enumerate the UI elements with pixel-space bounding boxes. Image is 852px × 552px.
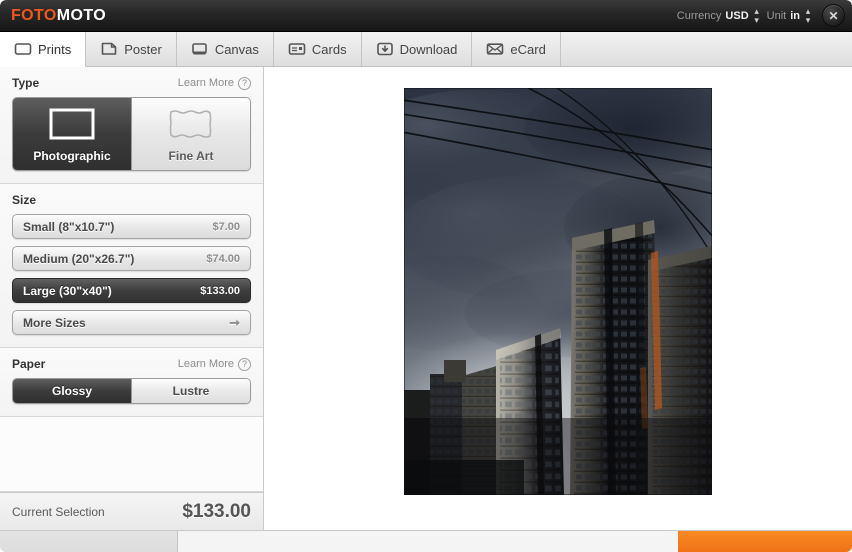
arrow-right-icon: ➞ bbox=[229, 315, 240, 331]
poster-page-icon bbox=[100, 42, 118, 56]
dialog-body: Type Learn More ? Photographic bbox=[0, 67, 852, 530]
footer-spacer bbox=[178, 531, 678, 552]
dialog-footer: Close Add to Cart bbox=[0, 530, 852, 552]
tab-prints[interactable]: Prints bbox=[0, 32, 86, 67]
currency-value: USD bbox=[725, 10, 748, 22]
logo-text-foto: FOTO bbox=[11, 7, 57, 24]
greeting-card-icon bbox=[288, 42, 306, 56]
product-photo[interactable] bbox=[404, 88, 712, 495]
question-mark-circle-icon: ? bbox=[238, 358, 251, 371]
size-option-label: Large (30"x40") bbox=[23, 284, 112, 298]
type-option-label: Photographic bbox=[33, 149, 110, 163]
fotomoto-print-dialog: FOTOMOTO Currency USD ▴▾ Unit in ▴▾ ✕ Pr… bbox=[0, 0, 852, 552]
tab-poster[interactable]: Poster bbox=[86, 32, 177, 66]
size-panel-header: Size bbox=[12, 193, 251, 207]
canvas-wrap-icon bbox=[191, 42, 209, 56]
size-option-price: $133.00 bbox=[200, 285, 240, 297]
current-selection-label: Current Selection bbox=[12, 505, 105, 519]
unit-stepper-icon[interactable]: ▴▾ bbox=[804, 7, 812, 25]
solid-frame-icon bbox=[49, 108, 95, 143]
envelope-icon bbox=[486, 42, 504, 56]
current-selection-bar: Current Selection $133.00 bbox=[0, 492, 263, 530]
sidebar-filler bbox=[0, 417, 263, 492]
tab-label: Canvas bbox=[215, 42, 259, 57]
type-panel-header: Type Learn More ? bbox=[12, 76, 251, 90]
size-title: Size bbox=[12, 193, 36, 207]
paper-panel-header: Paper Learn More ? bbox=[12, 357, 251, 371]
size-option-label: Medium (20"x26.7") bbox=[23, 252, 134, 266]
question-mark-circle-icon: ? bbox=[238, 77, 251, 90]
paper-learn-more-link[interactable]: Learn More ? bbox=[178, 358, 251, 371]
learn-more-label: Learn More bbox=[178, 77, 234, 89]
type-option-photographic[interactable]: Photographic bbox=[13, 98, 131, 170]
more-sizes-button[interactable]: More Sizes ➞ bbox=[12, 310, 251, 335]
close-button[interactable]: Close bbox=[0, 531, 178, 552]
app-header: FOTOMOTO Currency USD ▴▾ Unit in ▴▾ ✕ bbox=[0, 0, 852, 32]
close-x-icon[interactable]: ✕ bbox=[822, 4, 845, 27]
download-arrow-icon bbox=[376, 42, 394, 56]
tab-label: eCard bbox=[510, 42, 545, 57]
paper-panel: Paper Learn More ? Glossy Lustre bbox=[0, 348, 263, 417]
fotomoto-logo: FOTOMOTO bbox=[11, 8, 106, 24]
type-panel: Type Learn More ? Photographic bbox=[0, 67, 263, 184]
size-panel: Size Small (8"x10.7") $7.00 Medium (20"x… bbox=[0, 184, 263, 348]
tab-label: Prints bbox=[38, 42, 71, 57]
tab-label: Cards bbox=[312, 42, 347, 57]
options-sidebar: Type Learn More ? Photographic bbox=[0, 67, 264, 530]
tab-ecard[interactable]: eCard bbox=[472, 32, 560, 66]
unit-label: Unit bbox=[767, 10, 787, 22]
deckled-edge-frame-icon bbox=[168, 108, 214, 143]
size-option-small[interactable]: Small (8"x10.7") $7.00 bbox=[12, 214, 251, 239]
type-title: Type bbox=[12, 76, 39, 90]
header-controls: Currency USD ▴▾ Unit in ▴▾ ✕ bbox=[677, 4, 852, 27]
paper-title: Paper bbox=[12, 357, 45, 371]
tab-canvas[interactable]: Canvas bbox=[177, 32, 274, 66]
currency-selector[interactable]: Currency USD ▴▾ bbox=[677, 7, 761, 25]
logo-text-moto: MOTO bbox=[57, 7, 106, 24]
type-option-label: Fine Art bbox=[169, 149, 214, 163]
tab-download[interactable]: Download bbox=[362, 32, 473, 66]
more-sizes-label: More Sizes bbox=[23, 316, 86, 330]
currency-stepper-icon[interactable]: ▴▾ bbox=[753, 7, 761, 25]
add-to-cart-button[interactable]: Add to Cart bbox=[678, 531, 852, 552]
tab-label: Poster bbox=[124, 42, 162, 57]
size-option-medium[interactable]: Medium (20"x26.7") $74.00 bbox=[12, 246, 251, 271]
type-learn-more-link[interactable]: Learn More ? bbox=[178, 77, 251, 90]
product-tabbar: Prints Poster Canvas Cards Download bbox=[0, 32, 852, 67]
paper-option-glossy[interactable]: Glossy bbox=[13, 379, 131, 403]
tab-cards[interactable]: Cards bbox=[274, 32, 362, 66]
size-option-price: $7.00 bbox=[212, 221, 240, 233]
type-option-group: Photographic Fine Art bbox=[12, 97, 251, 171]
image-preview-area bbox=[264, 67, 852, 530]
unit-selector[interactable]: Unit in ▴▾ bbox=[767, 7, 812, 25]
unit-value: in bbox=[790, 10, 800, 22]
paper-option-group: Glossy Lustre bbox=[12, 378, 251, 404]
learn-more-label: Learn More bbox=[178, 358, 234, 370]
current-selection-price: $133.00 bbox=[182, 501, 251, 523]
size-option-large[interactable]: Large (30"x40") $133.00 bbox=[12, 278, 251, 303]
type-option-fine-art[interactable]: Fine Art bbox=[131, 98, 250, 170]
paper-option-lustre[interactable]: Lustre bbox=[131, 379, 250, 403]
currency-label: Currency bbox=[677, 10, 722, 22]
print-frame-icon bbox=[14, 42, 32, 56]
size-option-label: Small (8"x10.7") bbox=[23, 220, 114, 234]
size-option-price: $74.00 bbox=[206, 253, 240, 265]
tab-label: Download bbox=[400, 42, 458, 57]
photo-artwork bbox=[404, 88, 712, 495]
